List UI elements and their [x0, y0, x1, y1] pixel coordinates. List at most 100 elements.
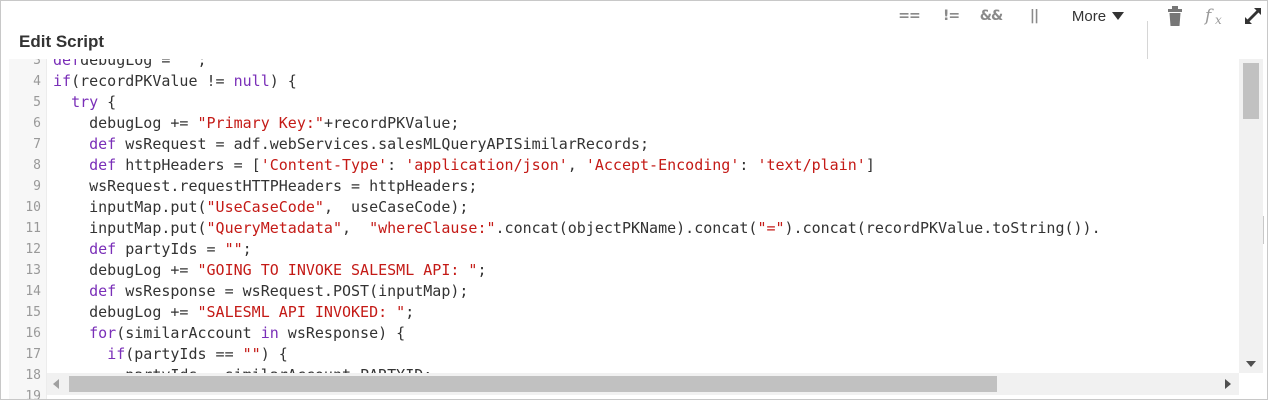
- string-token: "GOING TO INVOKE SALESML API: ": [197, 261, 478, 279]
- code-line[interactable]: 5 try {: [9, 92, 1263, 113]
- code-token: {: [98, 93, 117, 111]
- string-token: 'application/json': [405, 156, 568, 174]
- code-token: ;: [242, 240, 252, 258]
- scroll-left-arrow-icon[interactable]: [53, 379, 59, 389]
- code-text: defdebugLog = "";: [53, 59, 207, 71]
- line-number: 12: [25, 242, 41, 257]
- scroll-right-arrow-icon[interactable]: [1225, 379, 1231, 389]
- svg-text:x: x: [1215, 13, 1222, 27]
- code-line[interactable]: 7 def wsRequest = adf.webServices.salesM…: [9, 134, 1263, 155]
- code-line[interactable]: 3 defdebugLog = "";: [9, 59, 1263, 71]
- string-token: "=": [757, 219, 785, 237]
- vertical-scroll-thumb[interactable]: [1243, 63, 1259, 119]
- more-menu-button[interactable]: More: [1063, 1, 1133, 31]
- code-line[interactable]: 9 wsRequest.requestHTTPHeaders = httpHea…: [9, 176, 1263, 197]
- code-token: ,: [567, 156, 586, 174]
- edit-script-panel: Edit Script == != && || More f x 3 defdeb…: [0, 0, 1268, 400]
- code-text: inputMap.put("UseCaseCode", useCaseCode)…: [53, 197, 468, 218]
- line-number: 17: [25, 347, 41, 362]
- code-token: :: [387, 156, 406, 174]
- keyword-token: try: [71, 93, 99, 111]
- code-line[interactable]: 17 if(partyIds == "") {: [9, 344, 1263, 365]
- code-token: ,: [342, 219, 370, 237]
- keyword-token: if: [53, 72, 72, 90]
- expand-icon: [1245, 8, 1261, 24]
- functions-button[interactable]: f x: [1202, 1, 1230, 31]
- code-line[interactable]: 11 inputMap.put("QueryMetadata", "whereC…: [9, 218, 1263, 239]
- code-token: (recordPKValue: [71, 72, 207, 90]
- fx-icon: f x: [1204, 6, 1222, 27]
- code-line[interactable]: 14 def wsResponse = wsRequest.POST(input…: [9, 281, 1263, 302]
- string-token: "": [224, 240, 243, 258]
- code-text: def wsRequest = adf.webServices.salesMLQ…: [53, 134, 649, 155]
- keyword-token: for: [89, 324, 117, 342]
- expand-button[interactable]: [1241, 1, 1265, 31]
- code-token: inputMap.put(: [53, 198, 207, 216]
- equals-operator-button[interactable]: ==: [896, 1, 922, 31]
- code-line[interactable]: 13 debugLog += "GOING TO INVOKE SALESML …: [9, 260, 1263, 281]
- code-text: debugLog += "SALESML API INVOKED: ";: [53, 302, 414, 323]
- line-number: 6: [33, 116, 41, 131]
- code-text: debugLog += "Primary Key:"+recordPKValue…: [53, 113, 459, 134]
- delete-button[interactable]: [1163, 1, 1187, 31]
- code-token: debugLog = "";: [80, 59, 207, 69]
- code-text: wsRequest.requestHTTPHeaders = httpHeade…: [53, 176, 477, 197]
- code-text: inputMap.put("QueryMetadata", "whereClau…: [53, 218, 1101, 239]
- or-operator-button[interactable]: ||: [1021, 1, 1047, 31]
- code-editor[interactable]: 3 defdebugLog = ""; 4 if(recordPKValue != n…: [9, 59, 1263, 399]
- line-number: 9: [33, 179, 41, 194]
- string-token: "whereClause:": [369, 219, 496, 237]
- string-token: "QueryMetadata": [206, 219, 342, 237]
- code-token: .concat(objectPKName).concat(: [495, 219, 758, 237]
- code-token: (similarAccount: [116, 324, 261, 342]
- not-equals-operator-button[interactable]: !=: [938, 1, 964, 31]
- code-token: debugLog +=: [53, 261, 198, 279]
- caret-down-icon: [1112, 12, 1125, 20]
- code-token: debugLog +=: [53, 114, 198, 132]
- code-line[interactable]: 16 for(similarAccount in wsResponse) {: [9, 323, 1263, 344]
- code-line[interactable]: 4 if(recordPKValue != null) {: [9, 71, 1263, 92]
- scroll-down-arrow-icon[interactable]: [1246, 361, 1256, 367]
- keyword-token: def: [89, 135, 117, 153]
- code-token: ) {: [269, 72, 297, 90]
- code-token: +recordPKValue;: [323, 114, 460, 132]
- keyword-token: null: [233, 72, 270, 90]
- string-token: 'text/plain': [757, 156, 866, 174]
- line-number: 4: [33, 74, 41, 89]
- code-text: def httpHeaders = ['Content-Type': 'appl…: [53, 155, 875, 176]
- code-line[interactable]: 12 def partyIds = "";: [9, 239, 1263, 260]
- string-token: 'Content-Type': [260, 156, 388, 174]
- horizontal-scrollbar[interactable]: [47, 373, 1239, 395]
- code-line[interactable]: 15 debugLog += "SALESML API INVOKED: ";: [9, 302, 1263, 323]
- string-token: "SALESML API INVOKED: ": [197, 303, 406, 321]
- code-line[interactable]: 6 debugLog += "Primary Key:"+recordPKVal…: [9, 113, 1263, 134]
- line-number: 15: [25, 305, 41, 320]
- code-token: , useCaseCode);: [323, 198, 469, 216]
- line-number: 7: [33, 137, 41, 152]
- code-token: httpHeaders = [: [116, 156, 261, 174]
- code-text: def wsResponse = wsRequest.POST(inputMap…: [53, 281, 468, 302]
- line-number: 14: [25, 284, 41, 299]
- code-token: :: [739, 156, 758, 174]
- code-token: ).concat(recordPKValue.toString()).: [784, 219, 1101, 237]
- code-line[interactable]: 10 inputMap.put("UseCaseCode", useCaseCo…: [9, 197, 1263, 218]
- horizontal-scroll-thumb[interactable]: [69, 376, 997, 392]
- line-number: 10: [25, 200, 41, 215]
- and-operator-button[interactable]: &&: [977, 1, 1005, 31]
- line-number: 18: [25, 368, 41, 383]
- code-text: if(partyIds == "") {: [53, 344, 288, 365]
- string-token: "UseCaseCode": [206, 198, 324, 216]
- code-text: for(similarAccount in wsResponse) {: [53, 323, 405, 344]
- code-token: ;: [405, 303, 415, 321]
- vertical-scrollbar[interactable]: [1239, 59, 1263, 373]
- code-token: wsResponse) {: [278, 324, 406, 342]
- code-token: partyIds =: [116, 240, 225, 258]
- code-line[interactable]: 8 def httpHeaders = ['Content-Type': 'ap…: [9, 155, 1263, 176]
- line-number: 3: [33, 59, 41, 68]
